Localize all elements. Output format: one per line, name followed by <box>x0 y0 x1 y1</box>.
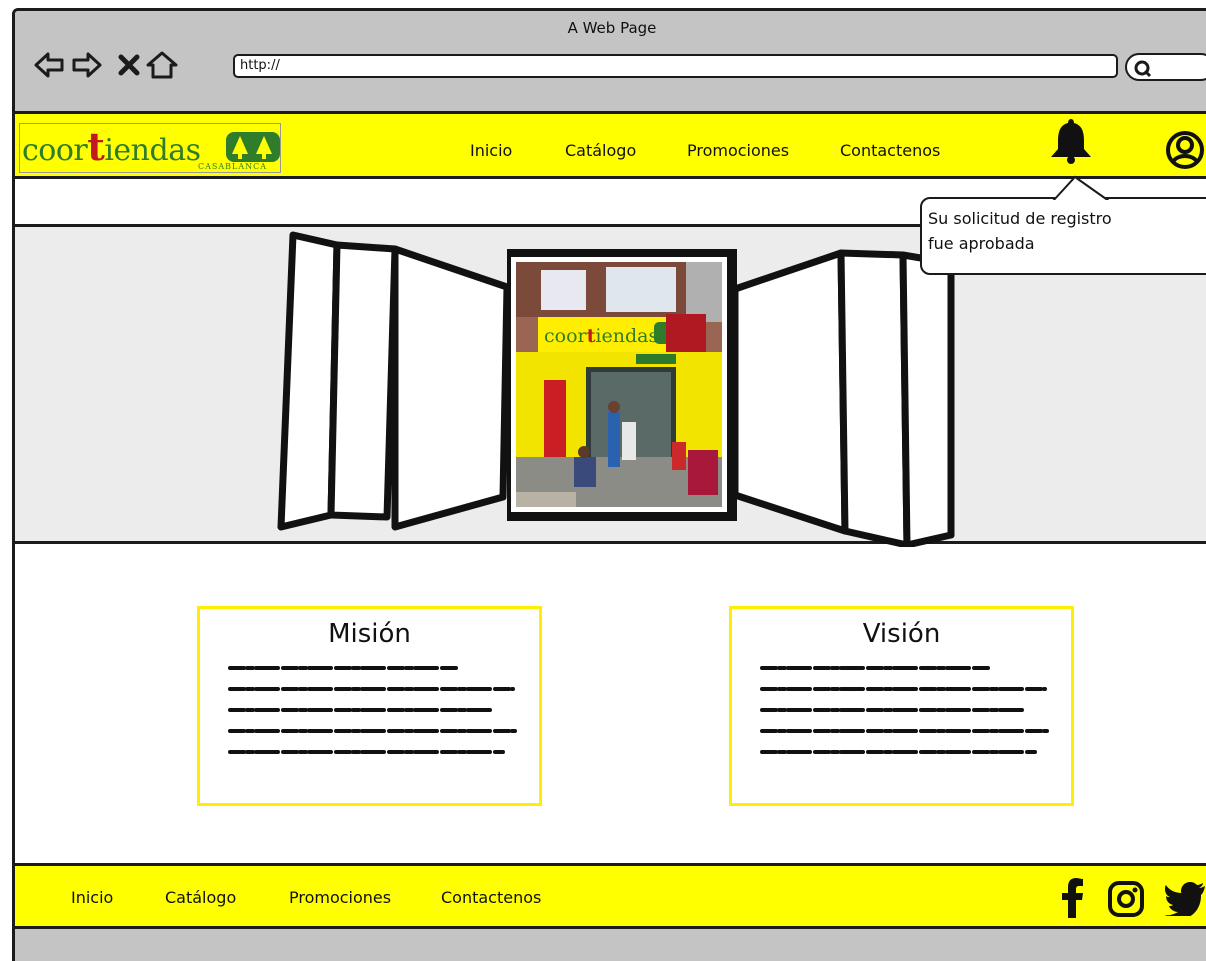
nav-link-inicio[interactable]: Inicio <box>470 141 512 160</box>
search-box[interactable] <box>1125 53 1206 81</box>
browser-status-bar <box>15 929 1206 961</box>
carousel-right-panel-1 <box>731 249 849 535</box>
window-title: A Web Page <box>567 19 657 37</box>
browser-window: A Web Page http:// coortiendas CASABLANC… <box>12 8 1206 961</box>
site-header: coortiendas CASABLANCA Inicio Catálogo P… <box>15 114 1206 179</box>
logo-subtitle: CASABLANCA <box>198 162 268 171</box>
notification-line-2: fue aprobada <box>928 234 1035 253</box>
user-icon[interactable] <box>1165 130 1205 170</box>
nav-link-promociones[interactable]: Promociones <box>687 141 789 160</box>
tooltip-pointer <box>1051 175 1111 203</box>
search-icon <box>1134 60 1152 78</box>
back-arrow-icon[interactable] <box>33 49 65 81</box>
carousel-right-panel-3 <box>899 251 955 547</box>
footer-link-catalogo[interactable]: Catálogo <box>165 888 236 907</box>
mission-placeholder-text <box>228 666 517 754</box>
notification-tooltip: Su solicitud de registro fue aprobada <box>920 197 1206 275</box>
forward-arrow-icon[interactable] <box>71 49 103 81</box>
mission-title: Misión <box>328 619 411 649</box>
logo-text: coortiendas <box>22 124 201 169</box>
instagram-icon[interactable] <box>1107 880 1145 918</box>
footer-link-inicio[interactable]: Inicio <box>71 888 113 907</box>
store-front-illustration: coortiendas <box>516 262 722 507</box>
home-icon[interactable] <box>145 49 178 81</box>
site-footer: Inicio Catálogo Promociones Contactenos <box>15 863 1206 929</box>
footer-link-promociones[interactable]: Promociones <box>289 888 391 907</box>
carousel-left-panel-2 <box>327 241 399 521</box>
carousel-left-panel-1 <box>391 245 511 531</box>
bell-icon[interactable] <box>1043 117 1099 165</box>
coortiendas-logo[interactable]: coortiendas CASABLANCA <box>19 123 281 173</box>
nav-link-catalogo[interactable]: Catálogo <box>565 141 636 160</box>
notification-line-1: Su solicitud de registro <box>928 209 1112 228</box>
browser-chrome: A Web Page http:// <box>15 11 1206 114</box>
vision-card: Visión <box>729 606 1074 806</box>
store-front-image[interactable]: coortiendas <box>511 257 727 512</box>
twitter-icon[interactable] <box>1165 882 1205 916</box>
carousel-right-panel-2 <box>837 249 911 547</box>
vision-placeholder-text <box>760 666 1049 754</box>
nav-link-contactenos[interactable]: Contactenos <box>840 141 940 160</box>
facebook-icon[interactable] <box>1061 878 1085 918</box>
url-input[interactable]: http:// <box>233 54 1118 78</box>
mission-card: Misión <box>197 606 542 806</box>
svg-text:coortiendas: coortiendas <box>544 325 658 347</box>
trees-logo-icon <box>226 132 280 162</box>
close-icon[interactable] <box>113 49 145 81</box>
vision-title: Visión <box>862 619 941 649</box>
footer-link-contactenos[interactable]: Contactenos <box>441 888 541 907</box>
